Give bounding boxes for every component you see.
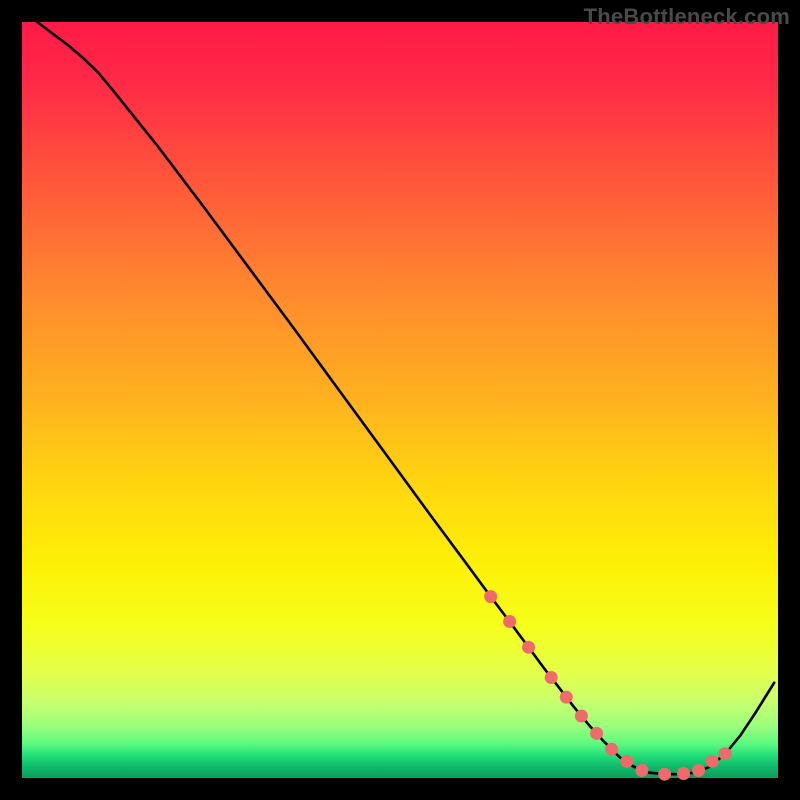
- curve-markers: [484, 590, 731, 781]
- curve-marker: [503, 615, 516, 628]
- curve-marker: [484, 590, 497, 603]
- curve-marker: [719, 747, 732, 760]
- curve-layer: [22, 22, 778, 778]
- curve-marker: [658, 768, 671, 781]
- watermark-text: TheBottleneck.com: [584, 4, 790, 30]
- curve-marker: [620, 755, 633, 768]
- curve-marker: [692, 764, 705, 777]
- curve-marker: [560, 691, 573, 704]
- plot-area: [22, 22, 778, 778]
- bottleneck-curve: [37, 22, 774, 774]
- curve-marker: [590, 727, 603, 740]
- curve-marker: [605, 743, 618, 756]
- curve-marker: [635, 764, 648, 777]
- curve-marker: [677, 767, 690, 780]
- curve-marker: [575, 710, 588, 723]
- curve-marker: [522, 641, 535, 654]
- curve-marker: [706, 755, 719, 768]
- chart-frame: TheBottleneck.com: [0, 0, 800, 800]
- curve-marker: [545, 671, 558, 684]
